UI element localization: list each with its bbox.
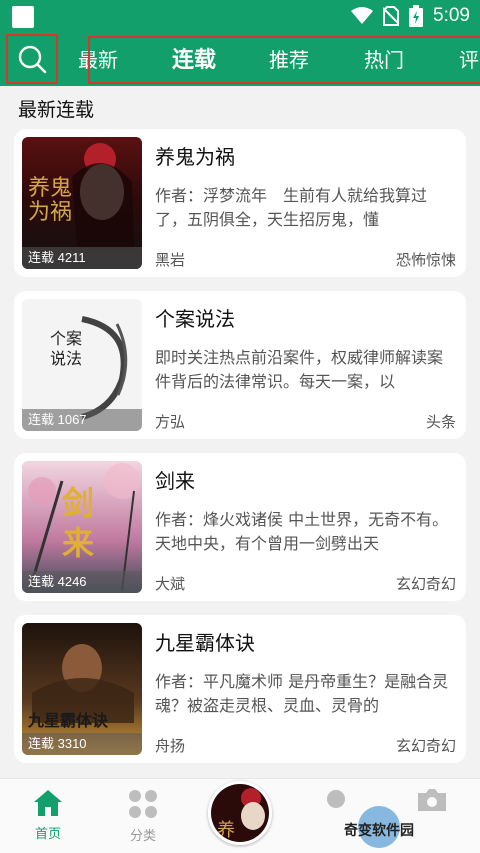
book-cover: 养鬼为祸 连载 4211 (22, 137, 142, 269)
book-card[interactable]: 养鬼为祸 连载 4211 养鬼为祸 作者：浮梦流年 生前有人就给我算过了，五阴俱… (14, 129, 466, 277)
serial-badge: 连载 4211 (22, 247, 142, 269)
book-card[interactable]: 个案说法 连载 1067 个案说法 即时关注热点前沿案件，权威律师解读案件背后的… (14, 291, 466, 439)
book-cover: 个案说法 连载 1067 (22, 299, 142, 431)
search-icon (18, 45, 47, 74)
search-button[interactable] (6, 34, 58, 84)
book-description: 作者：烽火戏诸侯 中土世界，无奇不有。天地中央，有个曾用一剑劈出天 (155, 510, 449, 553)
bottom-nav: 首页 分类 养 (0, 778, 480, 853)
book-card[interactable]: 九星霸体诀 连载 3310 九星霸体诀 作者：平凡魔术师 是丹帝重生？是融合灵魂… (14, 615, 466, 763)
watermark-text: 奇变软件园 (344, 823, 414, 839)
nav-settings[interactable] (402, 789, 462, 815)
nav-category-label: 分类 (129, 829, 156, 844)
book-author: 大斌 (155, 575, 186, 593)
book-genre: 头条 (425, 413, 456, 431)
serial-badge: 连载 4246 (22, 571, 142, 593)
nav-category[interactable]: 分类 (113, 789, 173, 844)
book-cover: 剑来 连载 4246 (22, 461, 142, 593)
cover-title-art: 养鬼为祸 (28, 176, 73, 225)
book-genre: 恐怖惊悚 (395, 251, 456, 269)
tab-serial[interactable]: 连载 (172, 42, 216, 74)
book-title: 剑来 (155, 469, 195, 493)
user-icon (327, 790, 345, 808)
book-title: 个案说法 (155, 307, 235, 331)
tab-recommend[interactable]: 推荐 (269, 44, 309, 73)
book-author: 黑岩 (155, 251, 186, 269)
section-title: 最新连载 (18, 99, 95, 121)
book-genre: 玄幻奇幻 (395, 737, 456, 755)
serial-badge: 连载 1067 (22, 409, 142, 431)
wifi-icon (351, 7, 374, 24)
svg-text:养: 养 (217, 820, 235, 841)
home-icon (34, 790, 62, 816)
nav-home[interactable]: 首页 (18, 789, 78, 842)
status-bar: 5:09 (0, 0, 480, 34)
avatar-art: 养 (211, 784, 269, 842)
book-genre: 玄幻奇幻 (395, 575, 456, 593)
notification-icon (12, 6, 34, 28)
book-description: 作者：平凡魔术师 是丹帝重生？是融合灵魂？被盗走灵根、灵血、灵骨的 (155, 672, 449, 715)
current-book-avatar[interactable]: 养 (208, 781, 272, 845)
nav-home-label: 首页 (34, 827, 61, 842)
status-icons: 5:09 (351, 5, 470, 27)
nav-profile[interactable] (306, 789, 366, 813)
book-description: 作者：浮梦流年 生前有人就给我算过了，五阴俱全，天生招厉鬼，懂 (155, 186, 428, 229)
tab-hot[interactable]: 热门 (364, 44, 404, 73)
book-author: 舟扬 (155, 737, 186, 755)
book-author: 方弘 (155, 413, 186, 431)
category-icon (129, 790, 157, 818)
serial-badge: 连载 3310 (22, 733, 142, 755)
book-cover: 九星霸体诀 连载 3310 (22, 623, 142, 755)
book-card[interactable]: 剑来 连载 4246 剑来 作者：烽火戏诸侯 中土世界，无奇不有。天地中央，有个… (14, 453, 466, 601)
tab-review[interactable]: 评 (459, 44, 479, 73)
cover-title-art: 剑来 (62, 484, 95, 562)
camera-icon (418, 789, 446, 811)
top-nav: 最新 连载 推荐 热门 评 (0, 34, 480, 86)
book-title: 九星霸体诀 (155, 631, 255, 655)
book-title: 养鬼为祸 (155, 145, 235, 169)
book-description: 即时关注热点前沿案件，权威律师解读案件背后的法律常识。每天一案，以 (155, 348, 444, 391)
clock: 5:09 (433, 5, 470, 26)
cover-title-art: 九星霸体诀 (28, 711, 109, 730)
battery-icon (409, 5, 424, 27)
no-sim-icon (383, 6, 400, 26)
cover-title-art: 个案说法 (50, 329, 83, 368)
